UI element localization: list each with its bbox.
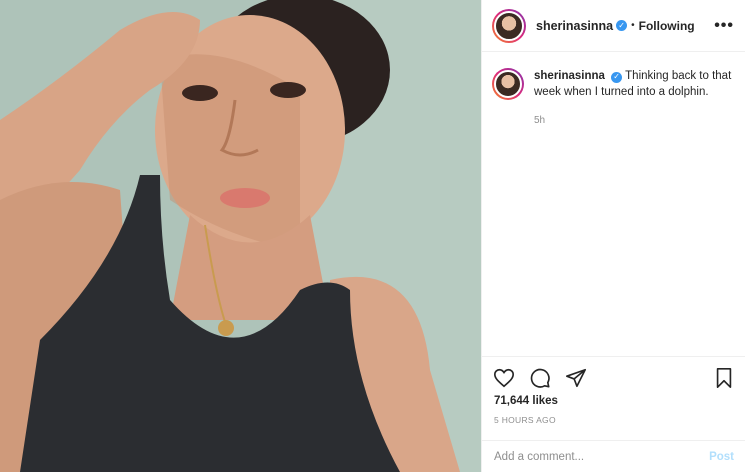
paper-plane-icon[interactable]	[564, 366, 588, 390]
like-count[interactable]: 71,644 likes	[494, 395, 558, 407]
selfie-photo	[0, 0, 481, 472]
post-timestamp: 5 HOURS AGO	[494, 415, 556, 425]
action-bar	[482, 356, 745, 398]
header-username[interactable]: sherinasinna	[536, 19, 613, 33]
comment-input[interactable]	[494, 450, 710, 463]
comment-icon[interactable]	[528, 366, 552, 390]
following-button[interactable]: Following	[639, 19, 695, 33]
post-photo[interactable]	[0, 0, 481, 472]
caption: sherinasinna ✓ Thinking back to that wee…	[492, 68, 736, 100]
post-header: sherinasinna ✓ • Following •••	[482, 0, 745, 52]
verified-badge-icon: ✓	[611, 71, 623, 83]
post-comment-button[interactable]: Post	[709, 451, 734, 463]
caption-time: 5h	[534, 115, 546, 126]
instagram-post: sherinasinna ✓ • Following ••• sherinasi…	[0, 0, 745, 472]
comment-bar: Post	[482, 440, 745, 472]
more-options-icon[interactable]: •••	[714, 17, 734, 34]
separator-dot: •	[631, 20, 635, 31]
caption-text-block: sherinasinna ✓ Thinking back to that wee…	[534, 68, 736, 100]
post-side-panel: sherinasinna ✓ • Following ••• sherinasi…	[481, 0, 745, 472]
profile-photo	[494, 70, 522, 98]
avatar[interactable]	[492, 8, 526, 43]
caption-avatar[interactable]	[492, 68, 524, 100]
bookmark-icon[interactable]	[712, 366, 736, 390]
heart-icon[interactable]	[492, 366, 516, 390]
profile-photo	[494, 10, 524, 41]
caption-username[interactable]: sherinasinna	[534, 70, 605, 82]
verified-badge-icon: ✓	[616, 20, 628, 31]
